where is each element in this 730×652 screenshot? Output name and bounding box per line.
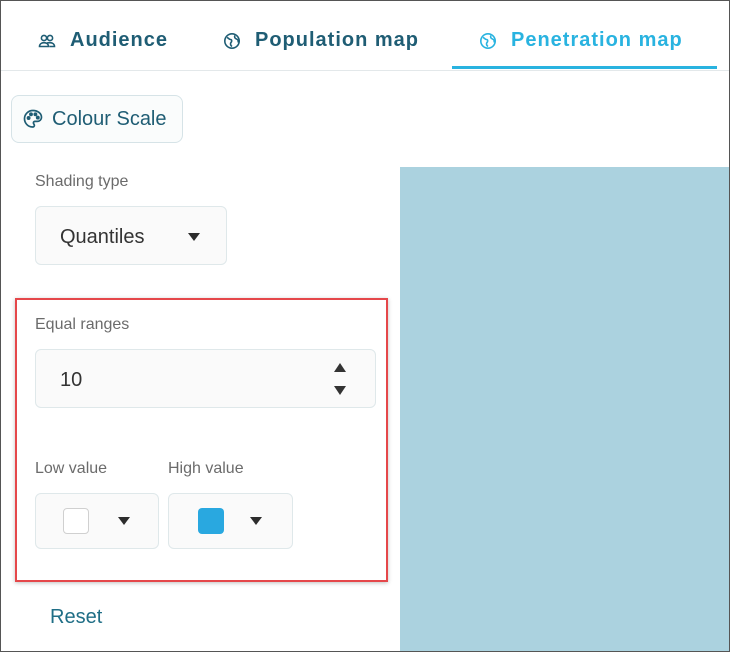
chevron-down-icon [188,233,200,241]
audience-icon [38,32,56,50]
penetration-map[interactable] [400,167,729,651]
chevron-down-icon [250,517,262,525]
high-value-label: High value [168,460,244,477]
high-value-colour-picker[interactable] [168,493,293,549]
low-colour-swatch [63,508,89,534]
chevron-down-icon [118,517,130,525]
tab-penetration-map[interactable]: Penetration map [479,29,683,52]
tab-label: Population map [255,29,419,51]
low-value-colour-picker[interactable] [35,493,159,549]
equal-ranges-value: 10 [60,369,83,391]
colour-scale-label: Colour Scale [52,107,167,130]
tab-population-map[interactable]: Population map [223,29,419,52]
tab-audience[interactable]: Audience [38,29,168,52]
tab-bar: Audience Population map Penetration map [1,1,729,71]
active-tab-indicator [452,66,717,69]
reset-button[interactable]: Reset [50,606,102,629]
globe-icon [223,32,241,50]
shading-type-select[interactable]: Quantiles [35,206,227,265]
tab-label: Penetration map [511,29,683,51]
palette-icon [22,108,44,130]
globe-icon [479,32,497,50]
equal-ranges-stepper[interactable]: 10 [35,349,376,408]
shading-type-label: Shading type [35,173,129,190]
tab-label: Audience [70,29,169,51]
equal-ranges-label: Equal ranges [35,316,130,333]
increment-icon[interactable] [334,363,346,372]
decrement-icon[interactable] [334,386,346,395]
high-colour-swatch [198,508,224,534]
shading-type-value: Quantiles [60,226,145,248]
low-value-label: Low value [35,460,108,477]
colour-scale-button[interactable]: Colour Scale [11,95,183,143]
